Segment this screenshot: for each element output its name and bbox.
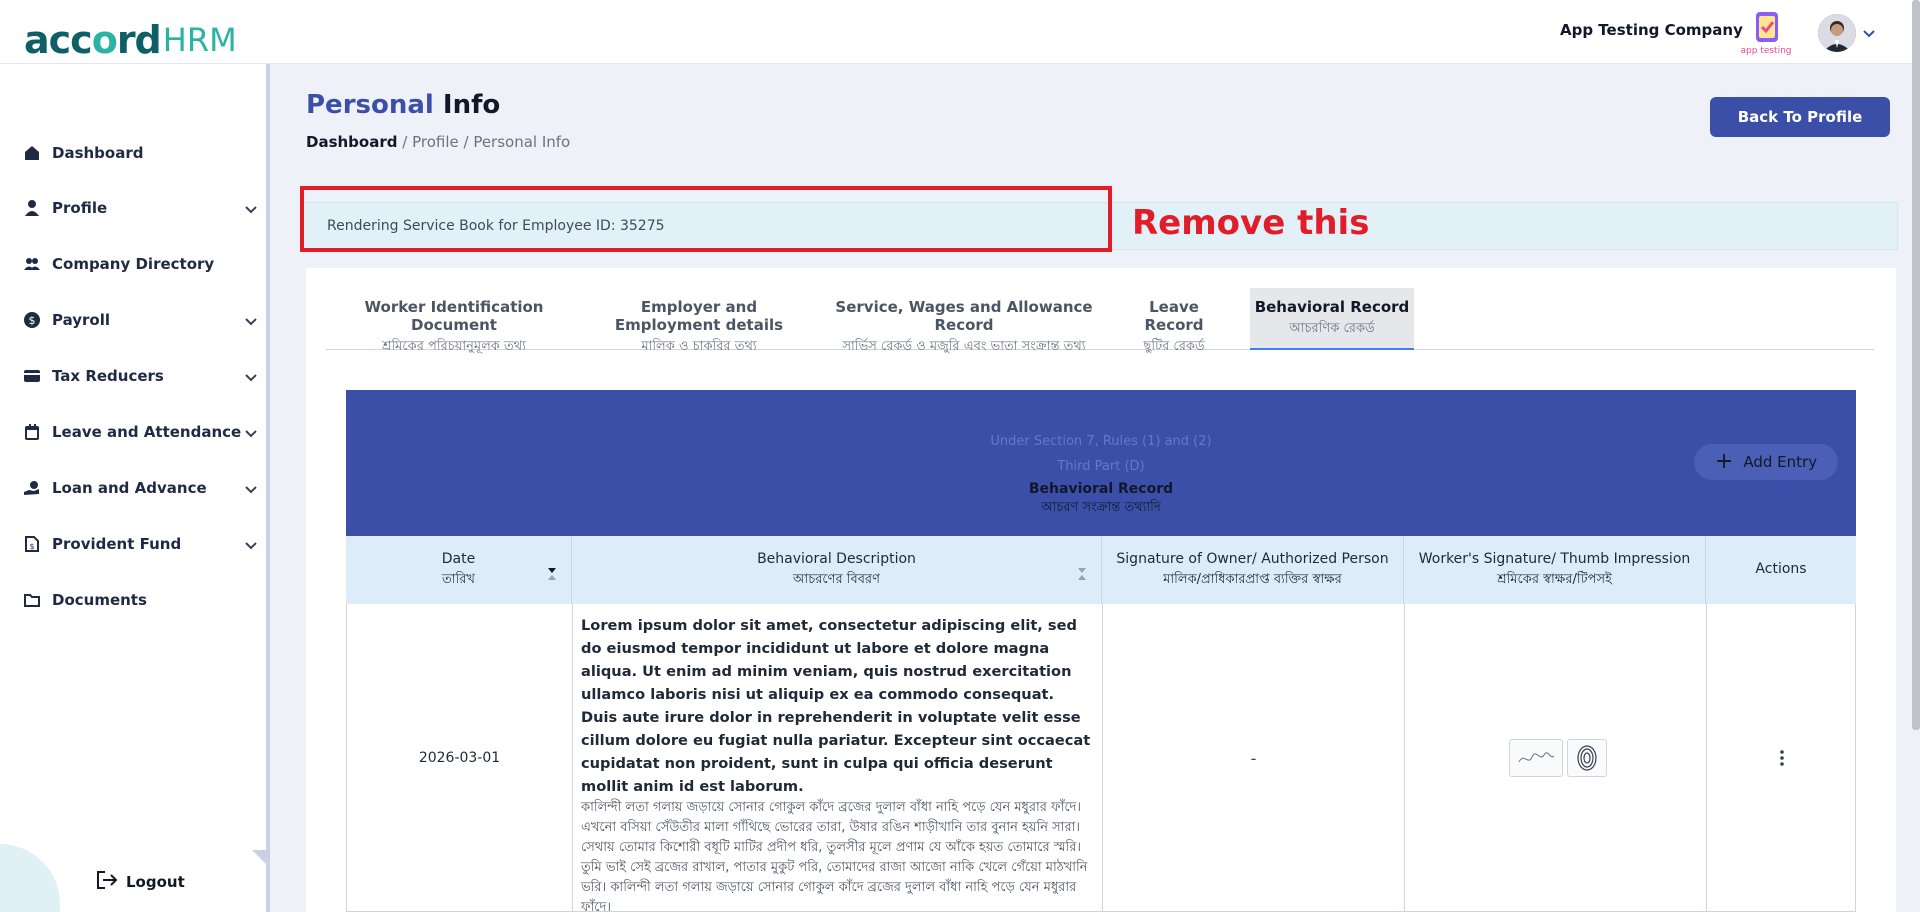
breadcrumb-current: Personal Info [473, 133, 571, 151]
sidebar-item-label: Profile [52, 199, 108, 217]
column-header-owner-signature: Signature of Owner/ Authorized Person মা… [1102, 536, 1404, 604]
sidebar-item-provident-fund[interactable]: $ Provident Fund [22, 532, 258, 556]
logo-hrm: HRM [162, 21, 237, 59]
svg-text:$: $ [29, 542, 34, 551]
svg-text:app testing: app testing [1740, 46, 1791, 56]
chevron-down-icon[interactable] [1862, 24, 1876, 43]
sidebar-item-label: Leave and Attendance [52, 423, 242, 441]
svg-text:$: $ [29, 314, 36, 327]
section-reference: Under Section 7, Rules (1) and (2) [990, 434, 1212, 449]
tab-employer-employment[interactable]: Employer and Employment details মালিক ও … [588, 288, 810, 354]
table-title-bn: আচরণ সংক্রান্ত তথ্যাদি [1041, 500, 1161, 515]
sidebar-item-loan-and-advance[interactable]: Loan and Advance [22, 476, 258, 500]
table-header-banner: Under Section 7, Rules (1) and (2) Third… [346, 390, 1856, 536]
plus-icon: + [1714, 449, 1734, 474]
user-icon [22, 198, 42, 218]
tab-bar: Worker Identification Document শ্রমিকের … [326, 288, 1874, 354]
document-dollar-icon: $ [22, 534, 42, 554]
avatar[interactable] [1818, 14, 1856, 52]
column-header-worker-signature: Worker's Signature/ Thumb Impression শ্র… [1404, 536, 1706, 604]
breadcrumb-dashboard[interactable]: Dashboard [306, 133, 397, 151]
sort-icon[interactable] [547, 560, 557, 586]
sidebar-item-label: Documents [52, 591, 147, 609]
chevron-down-icon [244, 424, 258, 443]
calendar-icon [22, 422, 42, 442]
chevron-down-icon [244, 200, 258, 219]
sidebar-item-label: Provident Fund [52, 535, 182, 553]
breadcrumb-profile[interactable]: Profile [412, 133, 459, 151]
chevron-down-icon [244, 536, 258, 555]
sidebar-item-label: Tax Reducers [52, 367, 164, 385]
kebab-menu-icon[interactable] [1707, 604, 1857, 912]
column-header-description[interactable]: Behavioral Description আচরণের বিবরণ [572, 536, 1102, 604]
logout-button[interactable]: Logout [96, 870, 185, 894]
description-bengali: কালিন্দী লতা গলায় জড়ায়ে সোনার গোকুল ক… [581, 800, 1088, 912]
add-entry-button[interactable]: + Add Entry [1694, 444, 1838, 480]
users-icon [22, 254, 42, 274]
table-title: Behavioral Record [1028, 481, 1174, 497]
sidebar-item-label: Dashboard [52, 144, 144, 162]
sidebar-item-tax-reducers[interactable]: Tax Reducers [22, 364, 258, 388]
row-description: Lorem ipsum dolor sit amet, consectetur … [573, 604, 1103, 912]
thumbprint-icon[interactable] [1566, 739, 1607, 777]
hand-coin-icon [22, 478, 42, 498]
tab-behavioral-record[interactable]: Behavioral Record আচরণিক রেকর্ড [1250, 288, 1414, 350]
annotation-text: Remove this [1132, 203, 1370, 243]
tab-service-wages[interactable]: Service, Wages and Allowance Record সার্… [826, 288, 1102, 354]
worker-signature-cell [1405, 604, 1707, 912]
sidebar-item-dashboard[interactable]: Dashboard [22, 141, 258, 165]
sidebar: Dashboard Profile Company Directory $ Pa… [0, 64, 270, 912]
row-date: 2026-03-01 [347, 604, 573, 912]
page-scrollbar[interactable] [1912, 0, 1920, 730]
top-bar: accord HRM App Testing Company app testi… [0, 0, 1920, 64]
sidebar-decoration [0, 844, 60, 912]
description-english: Lorem ipsum dolor sit amet, consectetur … [581, 617, 1091, 795]
sidebar-item-profile[interactable]: Profile [22, 196, 258, 220]
chevron-down-icon [244, 480, 258, 499]
tab-worker-identification[interactable]: Worker Identification Document শ্রমিকের … [336, 288, 572, 354]
card-icon [22, 366, 42, 386]
breadcrumb: Dashboard / Profile / Personal Info [306, 133, 571, 151]
part-reference: Third Part (D) [1057, 459, 1145, 474]
sidebar-item-payroll[interactable]: $ Payroll [22, 308, 258, 332]
sidebar-item-label: Payroll [52, 311, 111, 329]
accord-hrm-logo[interactable]: accord HRM [24, 18, 237, 62]
sidebar-item-documents[interactable]: Documents [22, 588, 258, 612]
company-logo: app testing [1740, 10, 1792, 56]
sort-icon[interactable] [1077, 560, 1087, 586]
back-to-profile-button[interactable]: Back To Profile [1710, 97, 1890, 137]
folder-icon [22, 590, 42, 610]
column-header-actions: Actions [1706, 536, 1856, 604]
content-card: Worker Identification Document শ্রমিকের … [306, 268, 1896, 912]
page-title: Personal Info [306, 90, 501, 120]
annotation-box [300, 186, 1112, 252]
sidebar-item-label: Loan and Advance [52, 479, 207, 497]
chevron-down-icon [244, 312, 258, 331]
sidebar-collapse-handle[interactable] [252, 850, 270, 868]
signature-image[interactable] [1508, 739, 1563, 777]
sidebar-item-label: Company Directory [52, 255, 215, 273]
logout-icon [96, 870, 118, 894]
table-row: 2026-03-01 Lorem ipsum dolor sit amet, c… [346, 604, 1856, 912]
home-icon [22, 143, 42, 163]
column-header-date[interactable]: Date তারিখ [346, 536, 572, 604]
logo-accord: accord [24, 18, 162, 62]
chevron-down-icon [244, 368, 258, 387]
sidebar-item-leave-and-attendance[interactable]: Leave and Attendance [22, 420, 258, 444]
dollar-icon: $ [22, 310, 42, 330]
sidebar-item-company-directory[interactable]: Company Directory [22, 252, 258, 276]
company-name: App Testing Company [1560, 21, 1743, 39]
owner-signature: - [1103, 604, 1405, 912]
tab-leave-record[interactable]: Leave Record ছুটির রেকর্ড [1118, 288, 1230, 354]
